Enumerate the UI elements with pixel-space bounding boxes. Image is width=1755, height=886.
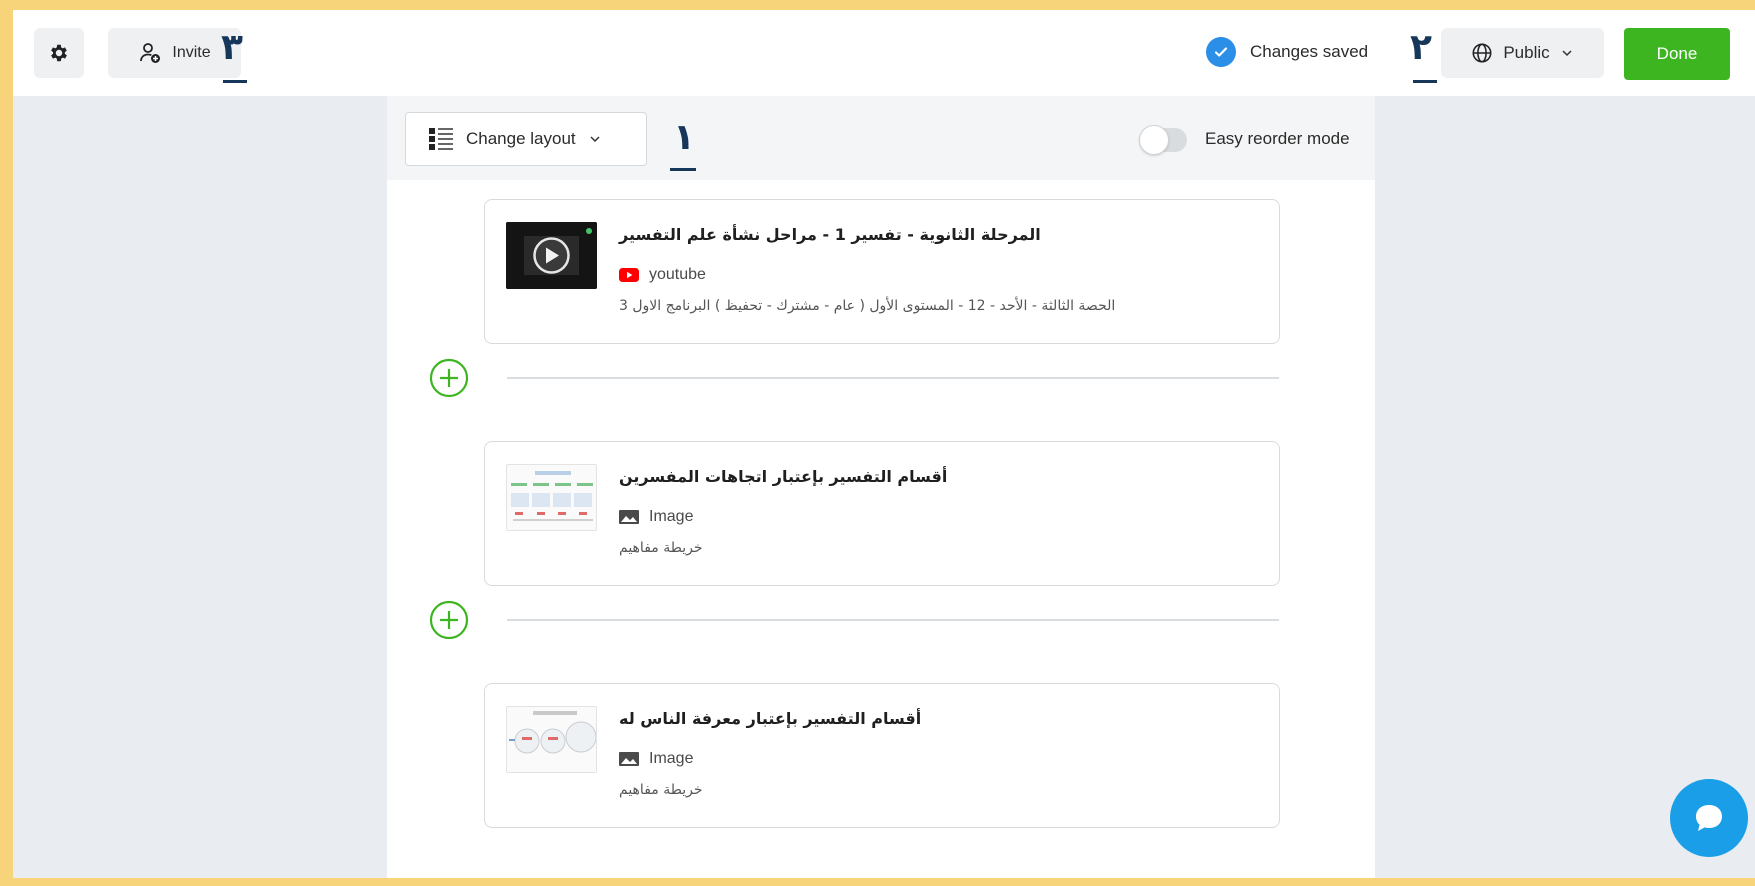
image-thumbnail[interactable]	[506, 464, 597, 531]
chat-button[interactable]	[1670, 779, 1748, 857]
save-status-label: Changes saved	[1250, 42, 1369, 61]
post-card[interactable]: أقسام التفسير بإعتبار معرفة الناس له Ima…	[484, 683, 1280, 828]
padlet-content: Change layout ١ Easy reorder mode المرحل…	[387, 96, 1375, 878]
chevron-down-icon	[590, 136, 600, 143]
post-title: المرحلة الثانوية - تفسير 1 - مراحل نشأة …	[619, 225, 1041, 244]
toggle-knob	[1139, 125, 1169, 155]
post-source-label: Image	[649, 750, 694, 767]
add-user-icon	[140, 43, 161, 63]
post-source-label: youtube	[649, 266, 706, 283]
add-circle-icon[interactable]	[429, 600, 469, 640]
post-source: Image	[619, 750, 693, 768]
chat-icon	[1696, 805, 1722, 831]
image-icon	[619, 510, 639, 524]
image-icon	[619, 752, 639, 766]
content-toolbar: Change layout ١ Easy reorder mode	[387, 96, 1375, 180]
video-thumbnail[interactable]	[506, 222, 597, 289]
app-window: Invite ٣ Changes saved ٢ Public Done Cha…	[13, 10, 1755, 878]
post-description: خريطة مفاهيم	[619, 782, 703, 798]
visibility-label: Public	[1503, 43, 1550, 62]
post-source-label: Image	[649, 508, 694, 525]
add-circle-icon[interactable]	[429, 358, 469, 398]
chevron-down-icon	[1562, 50, 1572, 57]
post-card[interactable]: أقسام التفسير بإعتبار اتجاهات المفسرين I…	[484, 441, 1280, 586]
add-post-row	[387, 600, 1375, 640]
settings-button[interactable]	[34, 28, 84, 78]
top-bar: Invite ٣ Changes saved ٢ Public Done	[13, 10, 1755, 96]
annotation-marker-2: ٢	[1410, 27, 1432, 68]
annotation-marker-1: ١	[673, 117, 695, 158]
invite-label: Invite	[172, 44, 211, 61]
visibility-dropdown[interactable]: Public	[1441, 28, 1604, 78]
easy-reorder-label: Easy reorder mode	[1205, 129, 1350, 148]
post-title: أقسام التفسير بإعتبار اتجاهات المفسرين	[619, 467, 948, 486]
save-status: Changes saved	[1206, 37, 1368, 67]
divider	[507, 619, 1279, 621]
post-source: youtube	[619, 266, 706, 284]
post-source: Image	[619, 508, 693, 526]
change-layout-label: Change layout	[466, 129, 576, 148]
add-post-row	[387, 358, 1375, 398]
post-card[interactable]: المرحلة الثانوية - تفسير 1 - مراحل نشأة …	[484, 199, 1280, 344]
check-circle-icon	[1206, 37, 1236, 67]
post-title: أقسام التفسير بإعتبار معرفة الناس له	[619, 709, 922, 728]
change-layout-button[interactable]: Change layout	[405, 112, 647, 166]
gear-icon	[51, 44, 67, 62]
annotation-underline-2	[1413, 80, 1437, 83]
annotation-underline-3	[223, 80, 247, 83]
annotation-underline-1	[670, 168, 696, 171]
globe-icon	[1472, 43, 1492, 63]
annotation-marker-3: ٣	[221, 27, 243, 68]
post-description: الحصة الثالثة - الأحد - 12 - المستوى الأ…	[619, 298, 1116, 314]
done-button[interactable]: Done	[1624, 28, 1730, 80]
youtube-icon	[619, 268, 639, 282]
list-layout-icon	[429, 128, 453, 150]
divider	[507, 377, 1279, 379]
image-thumbnail[interactable]	[506, 706, 597, 773]
easy-reorder-toggle[interactable]	[1139, 125, 1187, 155]
post-description: خريطة مفاهيم	[619, 540, 703, 556]
